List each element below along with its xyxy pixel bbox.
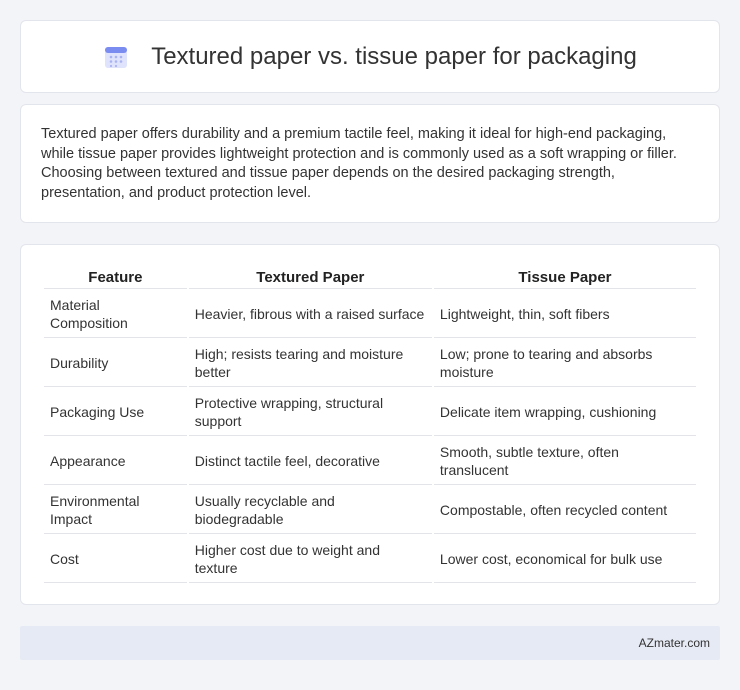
table-row: Material Composition Heavier, fibrous wi… bbox=[44, 291, 696, 338]
feature-cell: Environmental Impact bbox=[44, 487, 187, 534]
intro-card: Textured paper offers durability and a p… bbox=[20, 104, 720, 223]
feature-cell: Material Composition bbox=[44, 291, 187, 338]
textured-cell: Heavier, fibrous with a raised surface bbox=[188, 291, 432, 338]
intro-text: Textured paper offers durability and a p… bbox=[41, 126, 677, 201]
header-textured-paper: Textured Paper bbox=[188, 267, 432, 289]
feature-cell: Durability bbox=[44, 340, 187, 387]
calendar-icon bbox=[105, 46, 128, 68]
table-row: Appearance Distinct tactile feel, decora… bbox=[44, 438, 696, 485]
textured-cell: Protective wrapping, structural support bbox=[188, 389, 432, 436]
table-header-row: Feature Textured Paper Tissue Paper bbox=[44, 267, 696, 289]
feature-cell: Cost bbox=[44, 536, 187, 583]
page-title: Textured paper vs. tissue paper for pack… bbox=[151, 42, 637, 70]
footer-brand: AZmater.com bbox=[638, 636, 710, 650]
tissue-cell: Smooth, subtle texture, often translucen… bbox=[433, 438, 696, 485]
tissue-cell: Delicate item wrapping, cushioning bbox=[433, 389, 696, 436]
comparison-table: Feature Textured Paper Tissue Paper Mate… bbox=[42, 265, 698, 585]
textured-cell: Higher cost due to weight and texture bbox=[188, 536, 432, 583]
textured-cell: High; resists tearing and moisture bette… bbox=[188, 340, 432, 387]
tissue-cell: Lower cost, economical for bulk use bbox=[433, 536, 696, 583]
tissue-cell: Lightweight, thin, soft fibers bbox=[433, 291, 696, 338]
tissue-cell: Low; prone to tearing and absorbs moistu… bbox=[433, 340, 696, 387]
header-feature: Feature bbox=[44, 267, 187, 289]
table-row: Durability High; resists tearing and moi… bbox=[44, 340, 696, 387]
feature-cell: Appearance bbox=[44, 438, 187, 485]
tissue-cell: Compostable, often recycled content bbox=[433, 487, 696, 534]
title-card: Textured paper vs. tissue paper for pack… bbox=[20, 20, 720, 93]
feature-cell: Packaging Use bbox=[44, 389, 187, 436]
header-tissue-paper: Tissue Paper bbox=[433, 267, 696, 289]
table-row: Environmental Impact Usually recyclable … bbox=[44, 487, 696, 534]
table-row: Packaging Use Protective wrapping, struc… bbox=[44, 389, 696, 436]
textured-cell: Distinct tactile feel, decorative bbox=[188, 438, 432, 485]
textured-cell: Usually recyclable and biodegradable bbox=[188, 487, 432, 534]
table-card: Feature Textured Paper Tissue Paper Mate… bbox=[20, 244, 720, 605]
table-row: Cost Higher cost due to weight and textu… bbox=[44, 536, 696, 583]
footer: AZmater.com bbox=[20, 626, 720, 660]
